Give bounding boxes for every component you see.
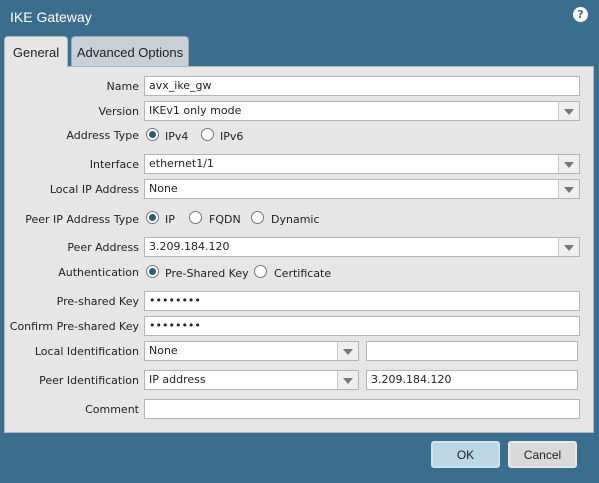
radio-ipv6[interactable] — [201, 128, 214, 141]
peer-id-type-value: IP address — [149, 373, 206, 386]
radio-fqdn-label: FQDN — [209, 213, 241, 226]
radio-certificate-label: Certificate — [274, 267, 332, 280]
chevron-down-icon[interactable] — [558, 102, 579, 120]
local-id-input[interactable] — [366, 341, 578, 361]
local-ip-value: None — [149, 182, 178, 195]
help-icon[interactable]: ? — [573, 7, 588, 22]
dialog-title: IKE Gateway — [10, 9, 92, 25]
peer-address-label: Peer Address — [67, 241, 139, 254]
tab-general[interactable]: General — [4, 36, 68, 67]
peer-address-value: 3.209.184.120 — [149, 240, 230, 253]
radio-ip-label: IP — [165, 213, 175, 226]
version-value: IKEv1 only mode — [149, 104, 242, 117]
psk-label: Pre-shared Key — [56, 295, 139, 308]
radio-fqdn[interactable] — [189, 211, 202, 224]
name-label: Name — [106, 80, 139, 93]
radio-ipv4[interactable] — [146, 128, 159, 141]
chevron-down-icon[interactable] — [337, 342, 358, 360]
radio-pre-shared-key-label: Pre-Shared Key — [165, 267, 249, 280]
radio-ipv6-label: IPv6 — [220, 130, 244, 143]
peer-id-label: Peer Identification — [39, 374, 139, 387]
tab-advanced-options[interactable]: Advanced Options — [71, 36, 189, 66]
authentication-label: Authentication — [58, 266, 139, 279]
version-select[interactable]: IKEv1 only mode — [144, 101, 580, 121]
radio-dynamic-label: Dynamic — [271, 213, 320, 226]
chevron-down-icon[interactable] — [558, 180, 579, 198]
name-input[interactable]: avx_ike_gw — [144, 76, 580, 96]
local-id-label: Local Identification — [34, 345, 139, 358]
chevron-down-icon[interactable] — [337, 371, 358, 389]
radio-pre-shared-key[interactable] — [146, 265, 159, 278]
radio-ip[interactable] — [146, 211, 159, 224]
local-ip-label: Local IP Address — [49, 183, 139, 196]
interface-label: Interface — [89, 158, 139, 171]
interface-value: ethernet1/1 — [149, 157, 214, 170]
comment-input[interactable] — [144, 399, 580, 419]
address-type-label: Address Type — [66, 129, 139, 142]
version-label: Version — [98, 105, 139, 118]
confirm-psk-input[interactable]: •••••••• — [144, 316, 580, 336]
psk-input[interactable]: •••••••• — [144, 291, 580, 311]
peer-address-select[interactable]: 3.209.184.120 — [144, 237, 580, 257]
local-ip-select[interactable]: None — [144, 179, 580, 199]
radio-dynamic[interactable] — [251, 211, 264, 224]
chevron-down-icon[interactable] — [558, 155, 579, 173]
local-id-type-value: None — [149, 344, 178, 357]
ike-gateway-dialog: IKE Gateway ? General Advanced Options N… — [0, 0, 599, 483]
peer-ip-type-label: Peer IP Address Type — [25, 213, 139, 226]
radio-certificate[interactable] — [254, 265, 267, 278]
peer-id-type-select[interactable]: IP address — [144, 370, 359, 390]
comment-label: Comment — [85, 403, 139, 416]
local-id-type-select[interactable]: None — [144, 341, 359, 361]
peer-id-input[interactable]: 3.209.184.120 — [366, 370, 578, 390]
chevron-down-icon[interactable] — [558, 238, 579, 256]
interface-select[interactable]: ethernet1/1 — [144, 154, 580, 174]
ok-button[interactable]: OK — [431, 441, 500, 468]
confirm-psk-label: Confirm Pre-shared Key — [9, 320, 139, 333]
radio-ipv4-label: IPv4 — [165, 130, 189, 143]
cancel-button[interactable]: Cancel — [508, 441, 577, 468]
